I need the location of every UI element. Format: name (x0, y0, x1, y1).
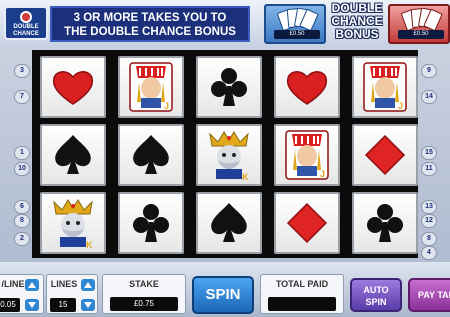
spin-button[interactable]: SPIN (192, 276, 254, 314)
king-symbol-icon: K (53, 199, 93, 250)
king-symbol-icon: K (209, 131, 249, 182)
dc-title-line-3: BONUS (335, 27, 379, 41)
bonus-banner: 3 OR MORE TAKES YOU TO THE DOUBLE CHANCE… (50, 6, 250, 42)
payline-marker[interactable]: 8 (14, 214, 30, 228)
reel-symbol-jack: J (118, 56, 184, 118)
lines-label: LINES (50, 279, 78, 289)
banner-line-2: THE DOUBLE CHANCE BONUS (64, 26, 236, 38)
logo-emblem-icon (20, 11, 32, 23)
svg-text:K: K (86, 240, 93, 250)
payline-marker[interactable]: 6 (14, 200, 30, 214)
spade-symbol-icon (55, 135, 91, 174)
club-symbol-icon (211, 68, 247, 106)
reel-symbol-heart (274, 56, 340, 118)
reel-symbol-spade (196, 192, 262, 254)
double-chance-bonus-title: DOUBLE CHANCE BONUS (327, 2, 387, 41)
payline-marker[interactable]: 15 (421, 146, 437, 160)
reel-symbol-spade (118, 124, 184, 186)
stake-label: STAKE (129, 279, 159, 289)
double-chance-logo: DOUBLE CHANCE (4, 6, 48, 40)
payline-markers-right: 9 14 15 11 13 12 8 4 (421, 54, 439, 260)
payline-marker[interactable]: 1 (14, 146, 30, 160)
svg-text:K: K (242, 172, 249, 182)
arrow-down-icon (28, 302, 36, 308)
jack-symbol-icon: J (363, 62, 407, 112)
heart-symbol-icon (286, 71, 328, 105)
bonus-right-price: £0.50 (398, 30, 444, 39)
auto-spin-label-2: SPIN (365, 297, 387, 307)
reel-symbol-jack: J (274, 124, 340, 186)
reel-symbol-club (196, 56, 262, 118)
payline-marker[interactable]: 14 (421, 90, 437, 104)
reel-symbol-heart (40, 56, 106, 118)
auto-spin-label-1: AUTO (363, 285, 389, 295)
lines-up-button[interactable] (81, 279, 95, 291)
logo-text-line-2: CHANCE (13, 31, 39, 37)
payline-markers-left: 3 7 1 10 6 8 2 (14, 54, 32, 254)
stake-value: £0.75 (110, 297, 178, 311)
reel-symbol-king: K (40, 192, 106, 254)
total-paid-label: TOTAL PAID (275, 279, 329, 289)
payline-marker[interactable]: 13 (421, 200, 437, 214)
payline-marker[interactable]: 7 (14, 90, 30, 104)
reel-symbol-diamond (352, 124, 418, 186)
payline-marker[interactable]: 4 (421, 246, 437, 260)
line-bet-value: 0.05 (0, 298, 20, 312)
jack-symbol-icon: J (285, 130, 329, 180)
reel-symbol-king: K (196, 124, 262, 186)
club-symbol-icon (367, 204, 403, 242)
top-bar: DOUBLE CHANCE 3 OR MORE TAKES YOU TO THE… (0, 0, 450, 48)
diamond-symbol-icon (364, 134, 406, 176)
auto-spin-button[interactable]: AUTO SPIN (350, 278, 402, 312)
payline-marker[interactable]: 11 (421, 162, 437, 176)
club-symbol-icon (133, 204, 169, 242)
diamond-symbol-icon (286, 202, 328, 244)
svg-text:J: J (398, 101, 403, 111)
reel-symbol-club (118, 192, 184, 254)
total-paid-value (268, 297, 336, 311)
bonus-card-right: £0.50 (388, 4, 450, 44)
jack-symbol-icon: J (129, 62, 173, 112)
logo-text-line-1: DOUBLE (13, 24, 39, 30)
payline-marker[interactable]: 10 (14, 162, 30, 176)
heart-symbol-icon (52, 71, 94, 105)
reel-symbol-jack: J (352, 56, 418, 118)
bonus-left-price: £0.50 (274, 30, 320, 39)
spade-symbol-icon (133, 135, 169, 174)
svg-text:J: J (164, 101, 169, 111)
svg-text:J: J (320, 169, 325, 179)
reel-area: J J K J K (32, 50, 418, 258)
arrow-up-icon (28, 282, 36, 288)
banner-line-1: 3 OR MORE TAKES YOU TO (73, 12, 227, 24)
reel-symbol-diamond (274, 192, 340, 254)
reel-symbol-spade (40, 124, 106, 186)
payline-marker[interactable]: 12 (421, 214, 437, 228)
payline-marker[interactable]: 3 (14, 64, 30, 78)
line-bet-label: /LINE (1, 279, 25, 289)
arrow-down-icon (84, 302, 92, 308)
reel-symbol-club (352, 192, 418, 254)
line-bet-up-button[interactable] (25, 279, 39, 291)
lines-down-button[interactable] (81, 299, 95, 311)
line-bet-down-button[interactable] (25, 299, 39, 311)
payline-marker[interactable]: 8 (421, 232, 437, 246)
lines-value: 15 (50, 298, 76, 312)
bonus-card-left: £0.50 (264, 4, 326, 44)
payline-marker[interactable]: 2 (14, 232, 30, 246)
arrow-up-icon (84, 282, 92, 288)
spade-symbol-icon (211, 203, 247, 242)
pay-table-button[interactable]: PAY TAB (408, 278, 450, 312)
payline-marker[interactable]: 9 (421, 64, 437, 78)
